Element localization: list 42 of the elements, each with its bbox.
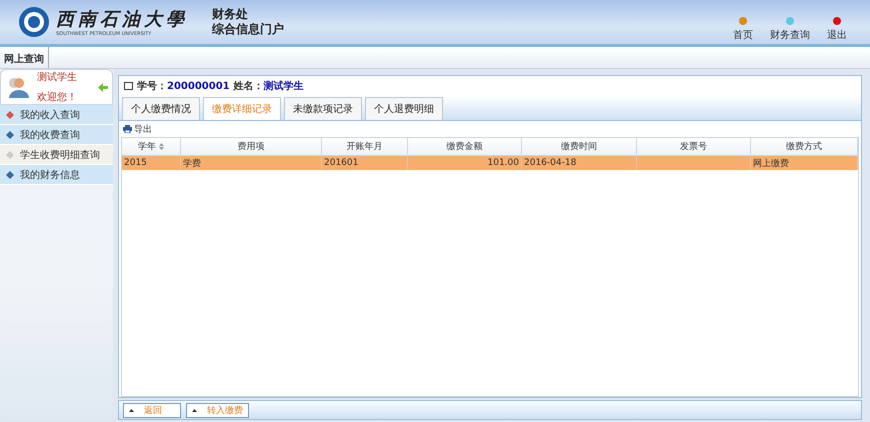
university-emblem-icon xyxy=(18,6,50,38)
nav-link[interactable]: 退出 xyxy=(822,17,852,42)
diamond-icon xyxy=(6,130,14,138)
printer-icon[interactable] xyxy=(123,125,132,133)
column-header[interactable]: 学年 xyxy=(122,138,181,156)
column-header[interactable]: 缴费时间 xyxy=(522,138,637,156)
portal-title: 综合信息门户 xyxy=(212,22,284,37)
tab[interactable]: 未缴款项记录 xyxy=(284,97,362,120)
column-header[interactable]: 费用项 xyxy=(181,138,322,156)
sidebar-item[interactable]: 我的收费查询 xyxy=(0,125,113,145)
table-cell: 2016-04-18 xyxy=(522,156,637,170)
welcome-text: 欢迎您！ xyxy=(37,90,77,104)
table-cell: 101.00 xyxy=(408,156,522,170)
sidebar-item[interactable]: 我的财务信息 xyxy=(0,165,113,185)
table-cell: 2015 xyxy=(122,156,181,170)
diamond-icon xyxy=(6,170,14,178)
tab[interactable]: 个人缴费情况 xyxy=(122,97,200,120)
column-header[interactable]: 缴费方式 xyxy=(751,138,858,156)
export-link[interactable]: 导出 xyxy=(134,122,152,136)
caret-icon xyxy=(129,408,134,412)
student-id-label: 学号：200000001 xyxy=(137,80,230,93)
student-name-label: 姓名：测试学生 xyxy=(234,80,304,93)
logo-text: 西南石油大學 xyxy=(56,8,188,31)
nav-link[interactable]: 首页 xyxy=(728,17,758,42)
portal-title: 财务处 xyxy=(212,7,249,22)
top-tab[interactable]: 网上查询 xyxy=(0,47,49,68)
sidebar-item[interactable]: 我的收入查询 xyxy=(0,105,113,125)
user-name: 测试学生 xyxy=(37,70,77,84)
tab[interactable]: 个人退费明细 xyxy=(365,97,443,120)
diamond-icon xyxy=(6,150,14,158)
table-cell: 网上缴费 xyxy=(751,156,858,170)
column-header[interactable]: 缴费金额 xyxy=(408,138,522,156)
column-header[interactable]: 发票号 xyxy=(637,138,751,156)
table-cell: 学费 xyxy=(181,156,322,170)
sidebar-item[interactable]: 学生收费明细查询 xyxy=(0,145,113,165)
column-header[interactable]: 开账年月 xyxy=(322,138,408,156)
sort-icon xyxy=(159,143,164,150)
table-cell: 201601 xyxy=(322,156,408,170)
diamond-icon xyxy=(6,110,14,118)
caret-icon xyxy=(192,408,197,412)
nav-link[interactable]: 财务查询 xyxy=(770,17,810,42)
checkbox-square-icon xyxy=(124,82,133,90)
